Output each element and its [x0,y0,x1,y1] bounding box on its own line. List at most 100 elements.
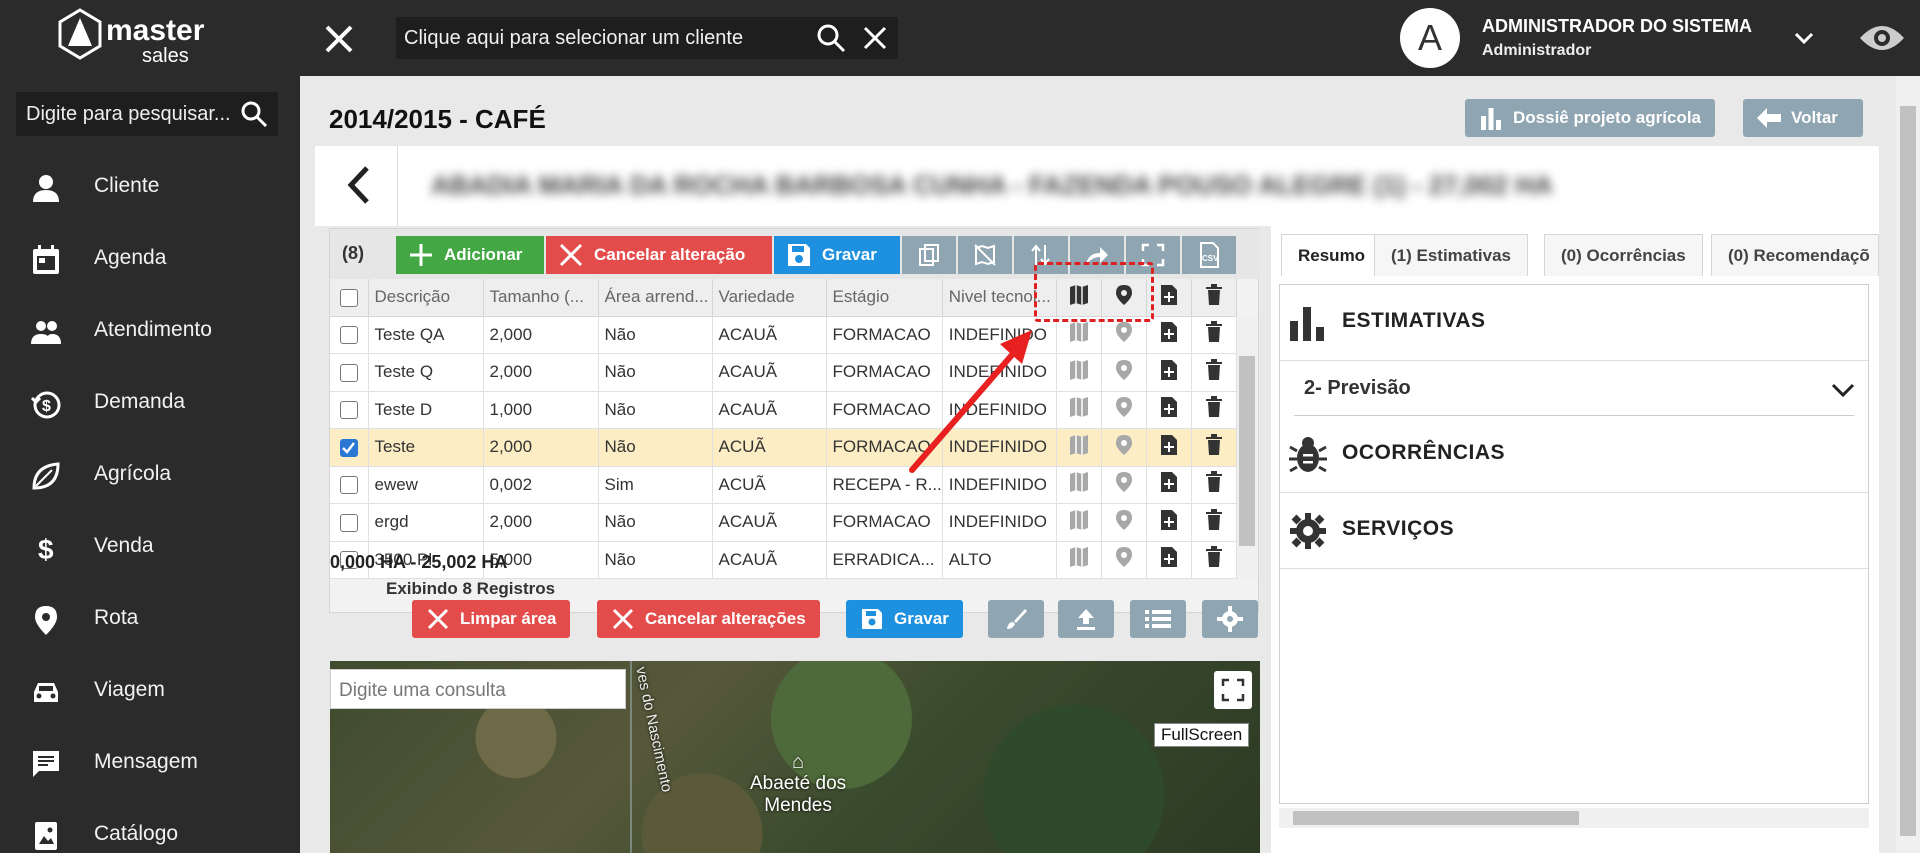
search-icon[interactable] [240,100,268,128]
map-fullscreen-icon[interactable] [1214,671,1252,709]
trash-icon[interactable] [1191,428,1237,467]
trash-icon[interactable] [1191,391,1237,429]
add-file-icon[interactable] [1146,466,1192,504]
demand-icon: $ [30,388,62,420]
back-button[interactable]: Voltar [1743,99,1863,137]
clear-area-button[interactable]: Limpar área [412,600,571,638]
search-icon[interactable] [816,23,846,53]
satellite-map[interactable]: ves do Nascimento Digite uma consulta Fu… [330,661,1260,853]
row-checkbox[interactable] [330,428,369,467]
map-search-input[interactable]: Digite uma consulta [330,669,626,709]
tab-ocorrencias[interactable]: (0) Ocorrências [1544,234,1703,276]
pin-icon[interactable] [1101,391,1147,429]
trash-icon[interactable] [1191,466,1237,504]
person-icon [30,172,62,204]
client-select[interactable]: Clique aqui para selecionar um cliente [396,17,898,59]
map-icon[interactable] [1056,466,1102,504]
map-icon[interactable] [1056,353,1102,392]
cell-size: 2,000 [483,353,599,392]
sidebar-search[interactable]: Digite para pesquisar... [16,92,278,136]
sidebar-item-cliente[interactable]: Cliente [0,150,300,222]
table-row[interactable]: Teste D 1,000 Não ACAUÃ FORMACAO INDEFINIDO [330,391,1237,429]
table-row[interactable]: Teste 2,000 Não ACUÃ FORMACAO INDEFINIDO [330,428,1237,467]
add-file-icon[interactable] [1146,428,1192,467]
section-ocorrencias[interactable]: OCORRÊNCIAS [1280,417,1868,493]
add-file-icon[interactable] [1146,391,1192,429]
cell-area: Não [598,503,713,542]
trash-icon[interactable] [1191,541,1237,579]
row-checkbox[interactable] [330,503,369,542]
sidebar-item-mensagem[interactable]: Mensagem [0,726,300,798]
sidebar-item-agricola[interactable]: Agrícola [0,438,300,510]
map-icon[interactable] [1056,428,1102,467]
tab-recomendacoes[interactable]: (0) Recomendaçõ [1711,234,1879,276]
tab-estimativas[interactable]: (1) Estimativas [1374,234,1528,276]
map-icon[interactable] [1056,503,1102,542]
table-row[interactable]: Teste Q2,000NãoACAUÃFORMACAOINDEFINIDO [330,353,1237,392]
pin-icon[interactable] [1101,428,1147,467]
row-checkbox[interactable] [330,466,369,504]
pin-icon[interactable] [1101,541,1147,579]
map-icon[interactable] [1056,391,1102,429]
sidebar-item-rota[interactable]: Rota [0,582,300,654]
sidebar-item-agenda[interactable]: Agenda [0,222,300,294]
column-header[interactable]: Tamanho (... [483,279,599,317]
copy-icon[interactable] [902,236,956,274]
map-icon[interactable] [1056,541,1102,579]
add-button[interactable]: Adicionar [396,236,544,274]
section-servicos[interactable]: SERVIÇOS [1280,493,1868,569]
column-header[interactable]: Variedade [712,279,827,317]
map-save-label: Gravar [894,609,949,628]
tab-resumo[interactable]: Resumo [1281,234,1383,276]
master-sales-logo[interactable]: master sales [56,6,246,70]
csv-icon[interactable]: CSV [1182,236,1236,274]
column-header[interactable]: Estágio [826,279,943,317]
pin-icon[interactable] [1101,466,1147,504]
list-icon[interactable] [1130,600,1186,638]
column-header[interactable]: Área arrend... [598,279,713,317]
trash-icon[interactable] [1191,503,1237,542]
close-icon[interactable] [322,22,356,56]
grid-scrollbar[interactable] [1237,316,1257,580]
sidebar-item-demanda[interactable]: $ Demanda [0,366,300,438]
dossie-button[interactable]: Dossiê projeto agrícola [1465,99,1715,137]
table-row[interactable]: ergd 2,000 Não ACAUÃ FORMACAO INDEFINIDO [330,503,1237,542]
pin-icon[interactable] [1101,353,1147,392]
section-estimativas[interactable]: ESTIMATIVAS [1280,285,1868,361]
upload-icon[interactable] [1058,600,1114,638]
sidebar-item-viagem[interactable]: Viagem [0,654,300,726]
table-row[interactable]: ewew 0,002 Sim ACUÃ RECEPA - R... INDEFINIDO [330,466,1237,504]
trash-icon[interactable] [1191,316,1237,354]
map-save-button[interactable]: Gravar [846,600,963,638]
gear-icon[interactable] [1202,600,1258,638]
select-all-checkbox[interactable] [330,279,369,317]
eye-icon[interactable] [1858,20,1906,56]
previsao-row[interactable]: 2- Previsão [1280,361,1868,417]
add-file-icon[interactable] [1146,541,1192,579]
map-off-icon[interactable] [958,236,1012,274]
row-checkbox[interactable] [330,316,369,354]
row-checkbox[interactable] [330,353,369,392]
cell-size: 1,000 [483,391,599,429]
cancel-change-button[interactable]: Cancelar alteração [546,236,772,274]
chevron-down-icon[interactable] [1830,377,1856,403]
add-file-icon[interactable] [1146,353,1192,392]
brush-icon[interactable] [988,600,1044,638]
add-file-icon[interactable] [1146,503,1192,542]
panel-scrollbar[interactable] [1279,808,1869,828]
sidebar-item-venda[interactable]: $ Venda [0,510,300,582]
save-button[interactable]: Gravar [774,236,900,274]
chevron-down-icon[interactable] [1792,26,1816,50]
pin-icon[interactable] [1101,503,1147,542]
cancel-changes-button[interactable]: Cancelar alterações [597,600,820,638]
page-scrollbar[interactable] [1896,76,1920,853]
chevron-left-icon[interactable] [343,164,373,206]
add-file-icon[interactable] [1146,316,1192,354]
clear-client-icon[interactable] [862,25,888,51]
column-header[interactable]: Descrição [368,279,484,317]
row-checkbox[interactable] [330,391,369,429]
sidebar-item-catalogo[interactable]: Catálogo [0,798,300,853]
avatar[interactable]: A [1400,8,1460,68]
sidebar-item-atendimento[interactable]: Atendimento [0,294,300,366]
trash-icon[interactable] [1191,353,1237,392]
